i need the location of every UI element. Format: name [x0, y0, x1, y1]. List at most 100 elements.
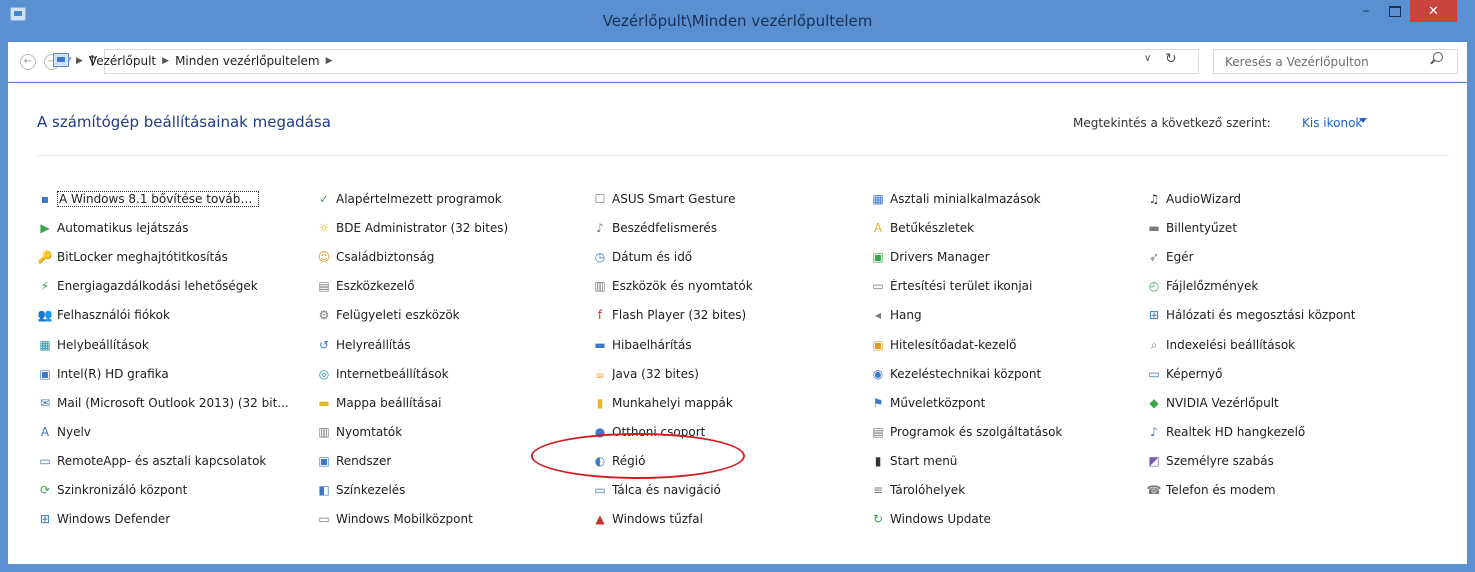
control-panel-item-label: ASUS Smart Gesture	[612, 192, 736, 206]
indexing-icon: ⌕	[1150, 337, 1158, 352]
control-panel-item[interactable]: ⚙ Felügyeleti eszközök	[316, 305, 460, 325]
chevron-right-icon[interactable]: ▶	[326, 54, 333, 69]
chevron-right-icon[interactable]: ▶	[162, 54, 169, 69]
control-panel-item-label: Intel(R) HD grafika	[57, 367, 169, 381]
control-panel-item[interactable]: ⚑ Műveletközpont	[870, 393, 986, 413]
control-panel-item[interactable]: ▣ Rendszer	[316, 451, 391, 471]
control-panel-item[interactable]: A Betűkészletek	[870, 218, 974, 238]
control-panel-item-label: Fájlelőzmények	[1166, 279, 1259, 293]
control-panel-item[interactable]: ▥ Eszközök és nyomtatók	[592, 276, 753, 296]
control-panel-item[interactable]: ▦ Helybeállítások	[37, 335, 148, 355]
control-panel-item[interactable]: ▮ Start menü	[870, 451, 958, 471]
control-panel-item-label: Programok és szolgáltatások	[890, 425, 1063, 439]
main-content: A számítógép beállításainak megadása Meg…	[8, 83, 1467, 564]
control-panel-item[interactable]: ✓ Alapértelmezett programok	[316, 189, 502, 209]
close-button[interactable]: ✕	[1410, 0, 1457, 22]
control-panel-item[interactable]: ♫ AudioWizard	[1146, 189, 1241, 209]
breadcrumb-item-all-items[interactable]: Minden vezérlőpultelem	[175, 54, 320, 69]
control-panel-item[interactable]: 🔑 BitLocker meghajtótitkosítás	[37, 247, 228, 267]
control-panel-item[interactable]: ▭ RemoteApp- és asztali kapcsolatok	[37, 451, 266, 471]
control-panel-item[interactable]: ▤ Eszközkezelő	[316, 276, 414, 296]
control-panel-item-label: Munkahelyi mappák	[612, 396, 733, 410]
search-icon[interactable]	[1433, 52, 1443, 62]
personalization-icon: ◩	[1148, 454, 1160, 468]
control-panel-item-label: Mappa beállításai	[336, 396, 442, 410]
control-panel-item[interactable]: ⚡ Energiagazdálkodási lehetőségek	[37, 276, 258, 296]
control-panel-item[interactable]: f Flash Player (32 bites)	[592, 305, 746, 325]
control-panel-item-label: Windows tűzfal	[612, 512, 703, 526]
keyboard-icon: ▬	[1148, 221, 1160, 235]
control-panel-item-label: Nyomtatók	[336, 425, 403, 439]
control-panel-item[interactable]: ☺ Családbiztonság	[316, 247, 435, 267]
control-panel-item[interactable]: ☕ Java (32 bites)	[592, 364, 699, 384]
control-panel-item[interactable]: ≡ Tárolóhelyek	[870, 480, 965, 500]
chevron-right-icon[interactable]: ▶	[76, 54, 83, 69]
control-panel-item[interactable]: ◎ Internetbeállítások	[316, 364, 449, 384]
control-panel-item[interactable]: ▣ Intel(R) HD grafika	[37, 364, 169, 384]
control-panel-item[interactable]: ☎ Telefon és modem	[1146, 480, 1276, 500]
control-panel-item[interactable]: ♪ Realtek HD hangkezelő	[1146, 422, 1305, 442]
control-panel-item[interactable]: ↺ Helyreállítás	[316, 335, 411, 355]
control-panel-item[interactable]: ◷ Dátum és idő	[592, 247, 692, 267]
control-panel-item[interactable]: ✉ Mail (Microsoft Outlook 2013) (32 bit..…	[37, 393, 289, 413]
title-bar[interactable]: Vezérlőpult\Minden vezérlőpultelem – ✕	[0, 0, 1475, 42]
view-by-dropdown[interactable]: Kis ikonok	[1302, 116, 1362, 130]
control-panel-item-label: Hibaelhárítás	[612, 338, 692, 352]
control-panel-item[interactable]: ▥ Nyomtatók	[316, 422, 402, 442]
control-panel-item[interactable]: ▦ Asztali minialkalmazások	[870, 189, 1040, 209]
control-panel-item[interactable]: ▭ Értesítési terület ikonjai	[870, 276, 1032, 296]
maximize-button[interactable]	[1381, 0, 1409, 22]
control-panel-item[interactable]: ◧ Színkezelés	[316, 480, 405, 500]
control-panel-item[interactable]: 👥 Felhasználói fiókok	[37, 305, 170, 325]
control-panel-item-label: BitLocker meghajtótitkosítás	[57, 250, 228, 264]
sound-icon: ◂	[874, 308, 882, 322]
control-panel-item[interactable]: ♪ Beszédfelismerés	[592, 218, 717, 238]
drivers-manager-icon: ▣	[872, 250, 884, 264]
control-panel-item[interactable]: ◂ Hang	[870, 305, 922, 325]
control-panel-item-label: Eszközök és nyomtatók	[612, 279, 753, 293]
address-dropdown-chevron-icon[interactable]: ∨	[1144, 53, 1151, 64]
control-panel-item[interactable]: ☐ ASUS Smart Gesture	[592, 189, 736, 209]
control-panel-item-label: Telefon és modem	[1166, 483, 1276, 497]
control-panel-item[interactable]: ▤ Programok és szolgáltatások	[870, 422, 1062, 442]
control-panel-item[interactable]: ▬ Hibaelhárítás	[592, 335, 692, 355]
recovery-icon: ↺	[318, 338, 330, 352]
control-panel-item[interactable]: ◴ Fájlelőzmények	[1146, 276, 1259, 296]
location-icon: ▦	[39, 338, 51, 352]
control-panel-item[interactable]: ▭ Tálca és navigáció	[592, 480, 721, 500]
control-panel-item[interactable]: ▶ Automatikus lejátszás	[37, 218, 188, 238]
control-panel-item[interactable]: ◆ NVIDIA Vezérlőpult	[1146, 393, 1278, 413]
breadcrumb-item-control-panel[interactable]: Vezérlőpult	[89, 54, 156, 69]
control-panel-item[interactable]: ▣ Hitelesítőadat-kezelő	[870, 335, 1016, 355]
control-panel-item[interactable]: ▬ Billentyűzet	[1146, 218, 1237, 238]
minimize-button[interactable]: –	[1352, 0, 1380, 22]
control-panel-item[interactable]: ◉ Kezeléstechnikai központ	[870, 364, 1041, 384]
control-panel-item[interactable]: ↻ Windows Update	[870, 509, 991, 529]
control-panel-item[interactable]: ☼ BDE Administrator (32 bites)	[316, 218, 509, 238]
control-panel-item[interactable]: ▭ Windows Mobilközpont	[316, 509, 472, 529]
control-panel-item[interactable]: ▲ Windows tűzfal	[592, 509, 703, 529]
control-panel-item-label: Realtek HD hangkezelő	[1166, 425, 1306, 439]
back-button[interactable]: ←	[20, 54, 36, 70]
phone-modem-icon: ☎	[1146, 483, 1162, 497]
view-by-caret-icon[interactable]	[1359, 118, 1367, 123]
control-panel-item[interactable]: ▪ A Windows 8.1 bővítése további szol...	[37, 189, 259, 209]
control-panel-item[interactable]: ▭ Képernyő	[1146, 364, 1222, 384]
control-panel-item[interactable]: ⌕ Indexelési beállítások	[1146, 335, 1296, 355]
control-panel-item-label: Szinkronizáló központ	[57, 483, 188, 497]
control-panel-item[interactable]: ▣ Drivers Manager	[870, 247, 989, 267]
remoteapp-icon: ▭	[39, 454, 51, 468]
control-panel-item[interactable]: A Nyelv	[37, 422, 91, 442]
control-panel-item[interactable]: ▮ Munkahelyi mappák	[592, 393, 733, 413]
control-panel-item[interactable]: ⊞ Hálózati és megosztási központ	[1146, 305, 1356, 325]
control-panel-item[interactable]: ▬ Mappa beállításai	[316, 393, 441, 413]
realtek-icon: ♪	[1150, 425, 1158, 439]
refresh-icon[interactable]: ↻	[1165, 51, 1177, 67]
control-panel-item[interactable]: ➶ Egér	[1146, 247, 1194, 267]
control-panel-item[interactable]: ◩ Személyre szabás	[1146, 451, 1273, 471]
color-management-icon: ◧	[318, 483, 330, 497]
bitlocker-icon: 🔑	[37, 250, 53, 264]
control-panel-item[interactable]: ⟳ Szinkronizáló központ	[37, 480, 187, 500]
bde-admin-icon: ☼	[318, 221, 330, 235]
control-panel-item[interactable]: ⊞ Windows Defender	[37, 509, 170, 529]
